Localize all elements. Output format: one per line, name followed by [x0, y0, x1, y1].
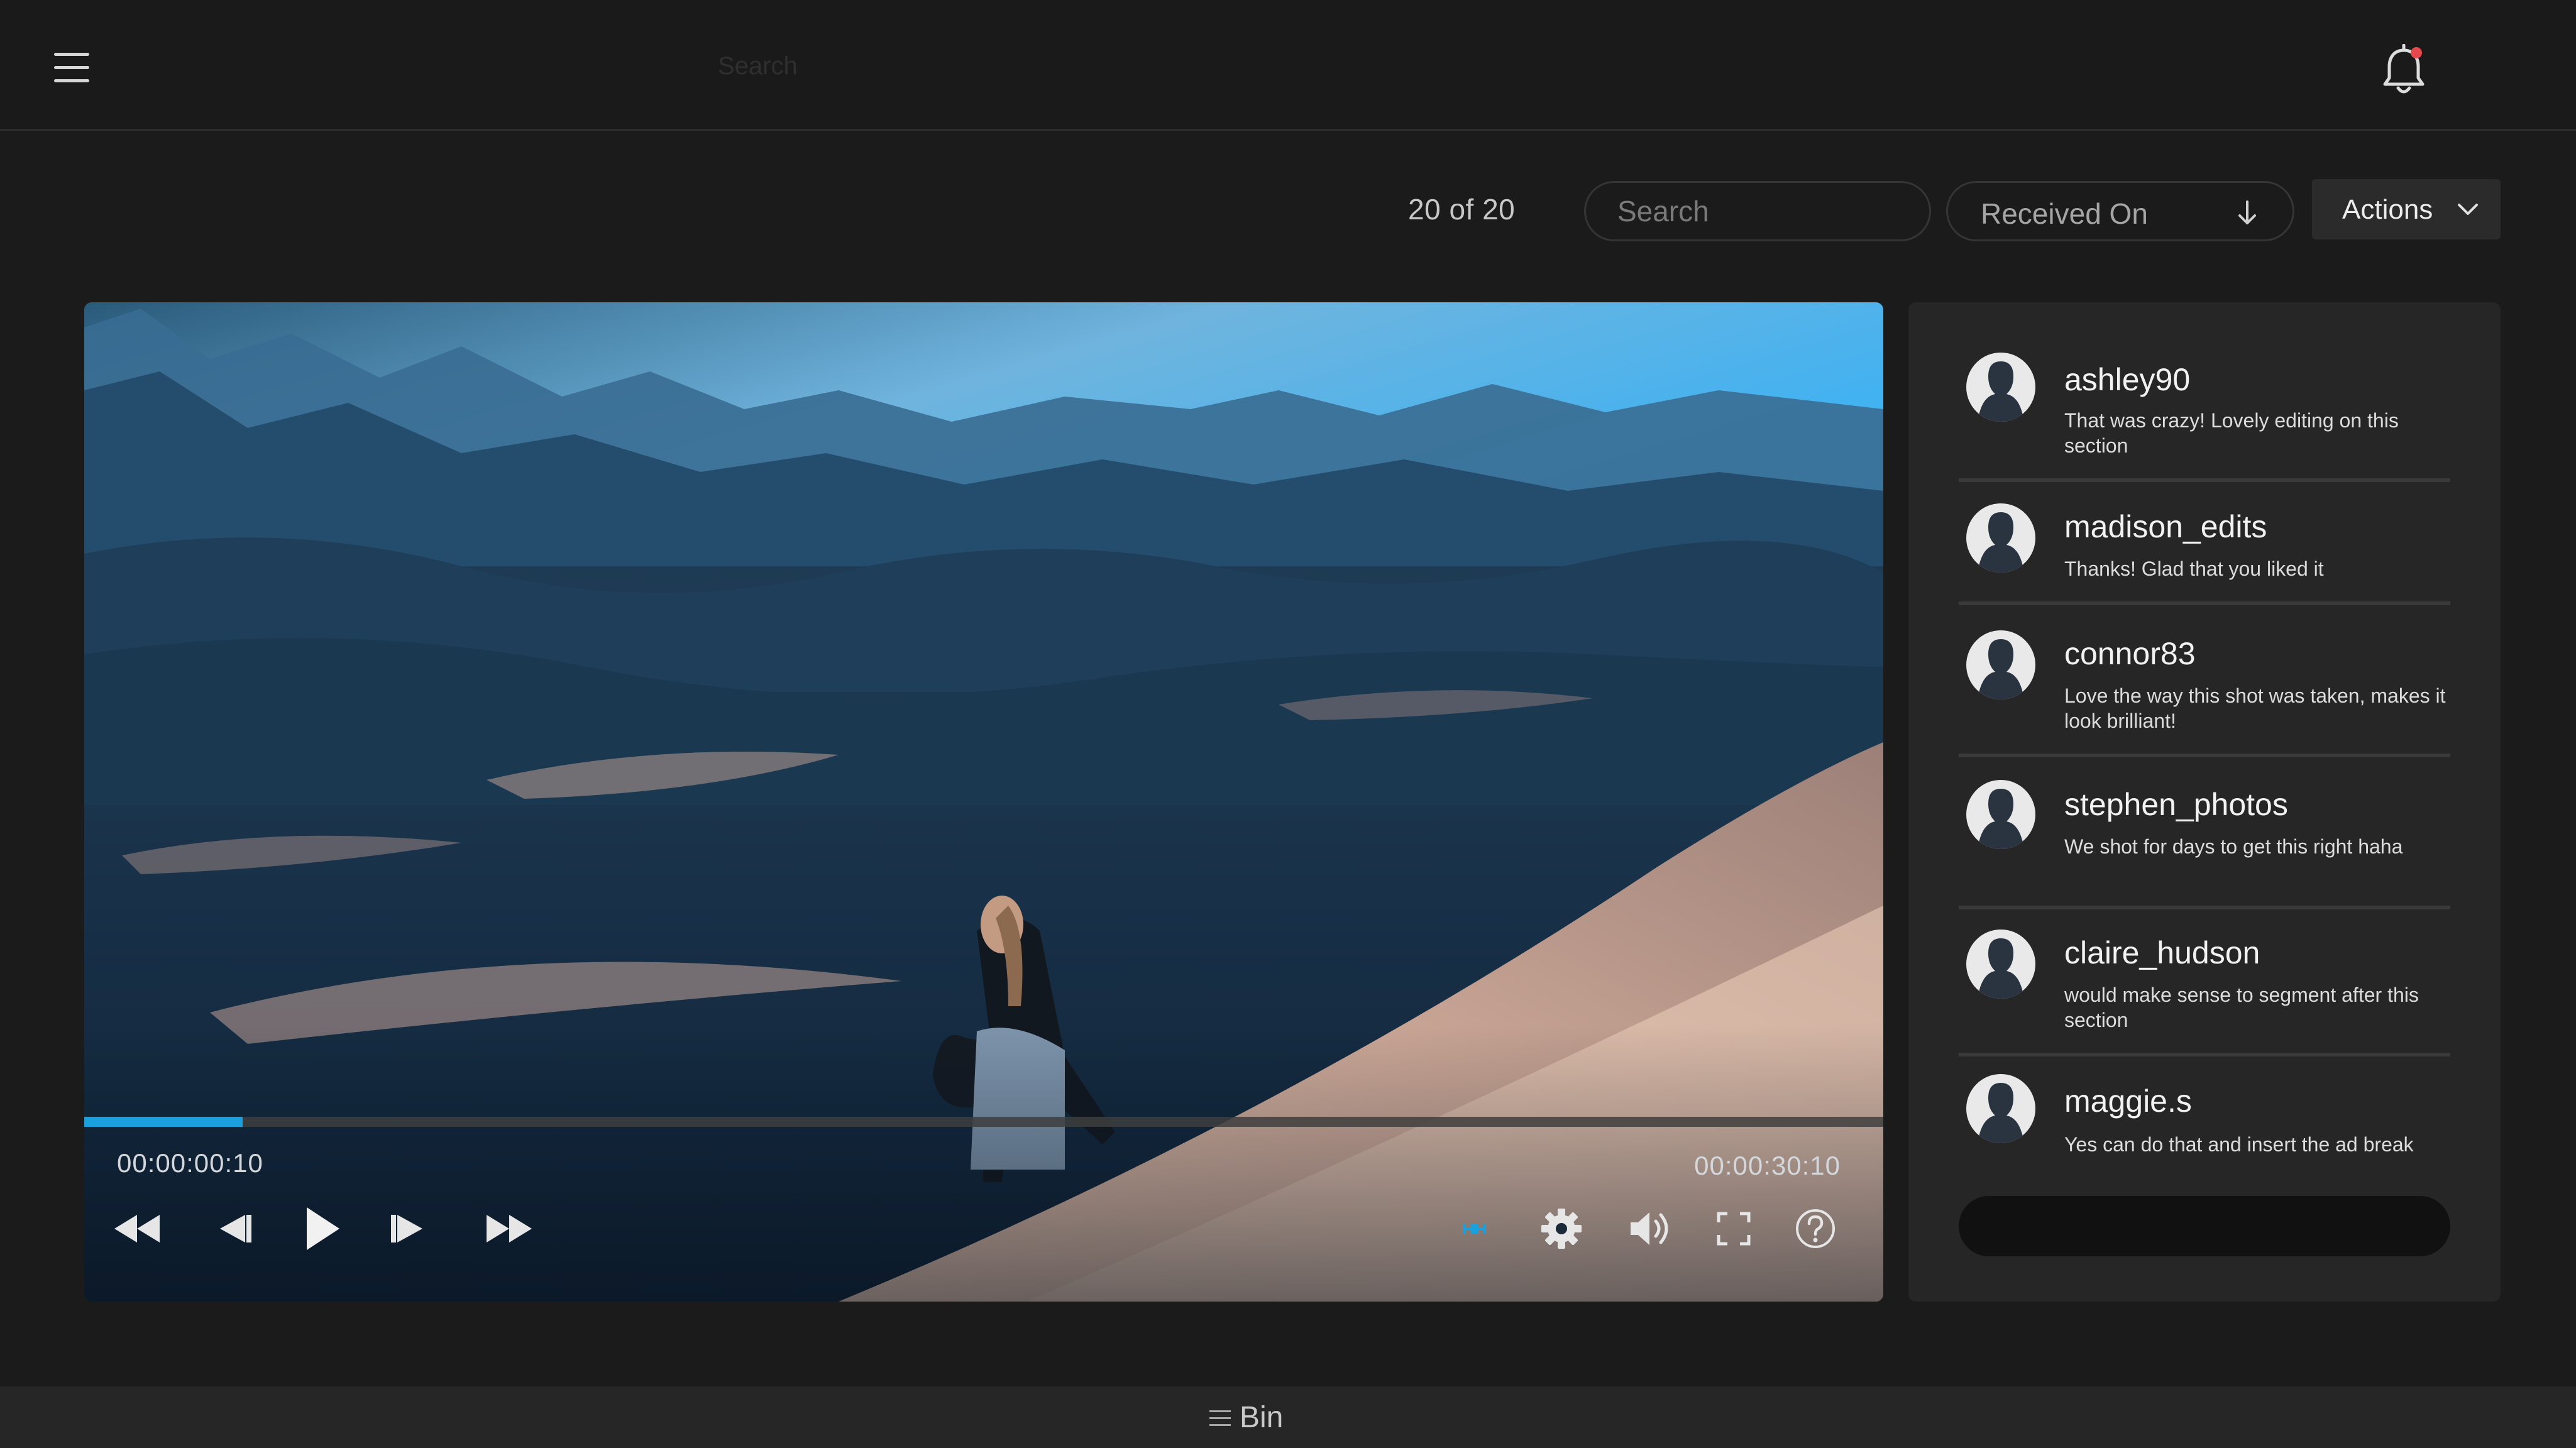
fast-forward-icon[interactable]	[484, 1211, 534, 1246]
bin-bar[interactable]: Bin	[0, 1386, 2576, 1448]
comment-text: We shot for days to get this right haha	[2064, 835, 2403, 858]
step-forward-icon[interactable]	[390, 1211, 429, 1246]
user-avatar-icon	[1978, 938, 2024, 999]
avatar	[1966, 930, 2035, 999]
avatar	[1966, 780, 2035, 849]
comment-item[interactable]: ashley90 That was crazy! Lovely editing …	[1959, 348, 2450, 482]
sort-dropdown[interactable]: Received On	[1946, 181, 2294, 241]
comment-username: madison_edits	[2064, 509, 2267, 544]
comment-text: That was crazy! Lovely editing on this s…	[2064, 409, 2399, 457]
comment-text: would make sense to segment after this s…	[2064, 984, 2419, 1031]
comments-panel: ashley90 That was crazy! Lovely editing …	[1908, 302, 2501, 1302]
video-player[interactable]: 00:00:00:10 00:00:30:10	[84, 302, 1883, 1302]
settings-gear-icon[interactable]	[1540, 1207, 1583, 1250]
user-avatar-icon	[1978, 789, 2024, 849]
comment-username: ashley90	[2064, 362, 2191, 397]
global-search-input[interactable]	[717, 44, 1282, 88]
comment-username: stephen_photos	[2064, 787, 2288, 822]
pin-icon[interactable]	[1461, 1215, 1489, 1242]
notification-dot	[2411, 47, 2422, 58]
comment-username: maggie.s	[2064, 1083, 2192, 1119]
total-time: 00:00:30:10	[1694, 1151, 1841, 1180]
arrow-down-icon	[2238, 200, 2256, 224]
progress-bar-fill	[84, 1117, 243, 1127]
comment-username: connor83	[2064, 636, 2196, 671]
comments-search-input[interactable]	[1584, 181, 1931, 241]
fullscreen-icon[interactable]	[1716, 1211, 1751, 1246]
user-avatar-icon	[1978, 361, 2024, 422]
hamburger-menu-icon[interactable]	[54, 53, 89, 83]
comment-item[interactable]: maggie.s Yes can do that and insert the …	[1959, 1069, 2450, 1163]
result-count: 20 of 20	[1408, 193, 1516, 226]
user-avatar-icon	[1978, 512, 2024, 573]
actions-button[interactable]: Actions	[2312, 179, 2501, 239]
comment-text: Yes can do that and insert the ad break	[2064, 1133, 2414, 1156]
user-avatar-icon	[1978, 639, 2024, 699]
comment-text: Thanks! Glad that you liked it	[2064, 557, 2324, 580]
avatar	[1966, 630, 2035, 699]
avatar	[1966, 353, 2035, 422]
avatar	[1966, 503, 2035, 573]
chevron-down-icon	[2458, 204, 2478, 215]
progress-bar[interactable]	[84, 1117, 1883, 1127]
rewind-icon[interactable]	[112, 1211, 162, 1246]
top-bar	[0, 0, 2576, 131]
comment-username: claire_hudson	[2064, 935, 2260, 970]
play-icon[interactable]	[303, 1205, 342, 1253]
controls-overlay	[84, 1025, 1883, 1302]
avatar	[1966, 1074, 2035, 1143]
comment-input[interactable]	[1959, 1196, 2450, 1256]
current-time: 00:00:00:10	[117, 1148, 263, 1178]
sort-dropdown-label: Received On	[1981, 197, 2148, 230]
comment-text: Love the way this shot was taken, makes …	[2064, 684, 2446, 732]
actions-button-label: Actions	[2342, 194, 2433, 225]
help-icon[interactable]	[1794, 1207, 1837, 1250]
step-back-icon[interactable]	[214, 1211, 253, 1246]
comment-item[interactable]: madison_edits Thanks! Glad that you like…	[1959, 498, 2450, 605]
volume-icon[interactable]	[1628, 1207, 1673, 1250]
bell-icon[interactable]	[2379, 44, 2429, 97]
comment-item[interactable]: stephen_photos We shot for days to get t…	[1959, 775, 2450, 909]
bin-label: Bin	[1240, 1401, 1284, 1434]
comment-item[interactable]: connor83 Love the way this shot was take…	[1959, 625, 2450, 757]
comment-item[interactable]: claire_hudson would make sense to segmen…	[1959, 924, 2450, 1056]
list-icon	[1209, 1410, 1231, 1426]
user-avatar-icon	[1978, 1083, 2024, 1143]
